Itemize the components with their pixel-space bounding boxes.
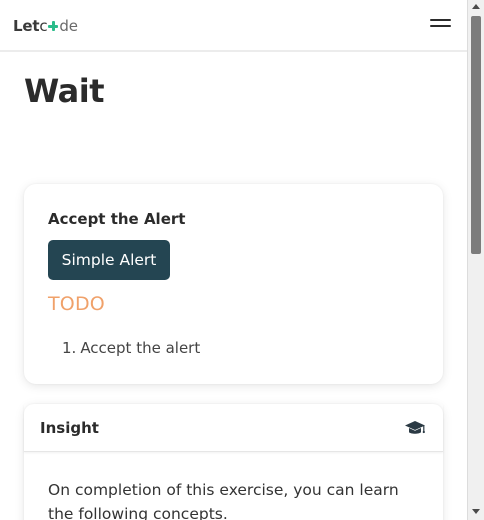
todo-item-number: 1. [62, 339, 77, 357]
menu-bar-bottom [430, 25, 451, 27]
alert-card: Accept the Alert Simple Alert TODO 1. Acc… [24, 184, 443, 384]
navbar: Let c de [0, 0, 467, 52]
todo-item-text: Accept the alert [80, 339, 201, 357]
logo-text-de: de [59, 17, 78, 35]
page-title: Wait [24, 72, 105, 110]
letcode-logo[interactable]: Let c de [13, 16, 78, 36]
logo-text-c: c [39, 17, 48, 35]
insight-body-text: On completion of this exercise, you can … [48, 481, 399, 520]
simple-alert-button[interactable]: Simple Alert [48, 240, 170, 280]
scroll-up-arrow-icon[interactable] [472, 4, 480, 9]
plus-icon [48, 21, 59, 31]
graduation-cap-icon [405, 421, 425, 434]
scrollbar-thumb[interactable] [471, 16, 481, 254]
accept-alert-label: Accept the Alert [48, 210, 186, 228]
menu-bar-top [430, 19, 451, 21]
page-viewport: Let c de Wait Accept the Alert Simple Al… [0, 0, 467, 520]
hamburger-menu-icon[interactable] [430, 16, 452, 30]
logo-text-let: Let [13, 17, 40, 35]
insight-card: Insight On completion of this exercise, … [24, 404, 443, 520]
todo-list: 1. Accept the alert [62, 339, 200, 357]
todo-heading: TODO [48, 293, 105, 315]
todo-list-item: 1. Accept the alert [62, 339, 200, 357]
scroll-down-arrow-icon[interactable] [472, 509, 480, 514]
insight-card-header[interactable]: Insight [24, 404, 443, 452]
insight-title: Insight [40, 419, 99, 437]
vertical-scrollbar[interactable] [467, 0, 484, 520]
